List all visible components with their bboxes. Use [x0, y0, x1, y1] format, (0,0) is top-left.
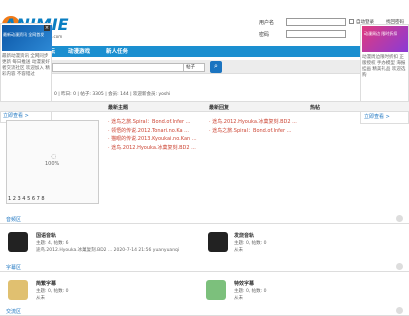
left-ad-text: 最新动漫资讯 全网同步更新 每日推送 动漫爱好者交流社区 欢迎加入 精彩内容 不… — [2, 54, 50, 77]
search-button[interactable]: ⌕ — [210, 61, 222, 73]
latest-threads-heading: 最新主题 — [108, 105, 129, 111]
forum-last-post: 从未 — [36, 296, 45, 301]
collapse-icon[interactable] — [396, 215, 403, 222]
subtitle-icon — [8, 280, 28, 300]
section-header-discussion[interactable]: 交流区 — [0, 306, 409, 316]
loading-percent: 100% — [45, 161, 60, 167]
section-title: 音频区 — [6, 217, 22, 223]
list-item[interactable]: · 途鸟.2012.Hyouka.冰菓复刻.BD2 ... — [209, 118, 309, 127]
nav-item-anime-games[interactable]: 动漫游戏 — [68, 47, 90, 55]
latest-panel-header: 最新主题 最新回复 热帖 — [0, 101, 409, 112]
forum-stats: 主题: 0, 帖数: 0 — [36, 289, 69, 294]
forum-stats: 主题: 0, 帖数: 0 — [234, 289, 267, 294]
list-item[interactable]: · 领悟的传说.2012.Tonari.no.Ka ... — [108, 127, 208, 136]
list-item[interactable]: · 途鸟之旅.Spiral：Bond.of.Infer ... — [209, 127, 309, 136]
subtitle-icon — [206, 280, 226, 300]
password-input[interactable] — [286, 30, 346, 38]
forum-title[interactable]: 特效字幕 — [234, 280, 254, 287]
section-header-subtitles[interactable]: 字幕区 — [0, 262, 409, 272]
collapse-icon[interactable] — [396, 307, 403, 314]
left-ad-image-text: 最新动漫资讯 全网首发 — [3, 32, 45, 37]
section-header-audio[interactable]: 音频区 — [0, 214, 409, 224]
list-item[interactable]: · 猫眼的传说.2013.Kyoukai.no.Kan ... — [108, 135, 208, 144]
forum-stats: 主题: 4, 帖数: 6 — [36, 241, 69, 246]
nav-item-newbie-tasks[interactable]: 新人任务 — [106, 47, 128, 55]
forum-title[interactable]: 国语音轨 — [36, 232, 56, 239]
remember-checkbox[interactable] — [349, 19, 354, 26]
username-input[interactable] — [286, 18, 346, 26]
forum-last-post: 从未 — [234, 296, 243, 301]
forum-stats: 今日: 0 | 昨日: 0 | 帖子: 3305 | 会员: 144 | 欢迎新… — [42, 92, 171, 97]
search-scope-select[interactable]: 帖子 — [183, 63, 205, 72]
forum-title[interactable]: 发烧音轨 — [234, 232, 254, 239]
audio-icon — [208, 232, 228, 252]
section-title: 交流区 — [6, 309, 22, 315]
hot-threads-heading: 热帖 — [310, 105, 321, 111]
username-label: 用户名 — [259, 20, 275, 26]
right-ad-image[interactable] — [362, 26, 408, 52]
latest-replies-list: · 途鸟.2012.Hyouka.冰菓复刻.BD2 ... · 途鸟之旅.Spi… — [209, 118, 309, 135]
forum-last-post[interactable]: 途鸟.2012.Hyouka.冰菓复刻.BD2 ... 2020-7-14 21… — [36, 247, 179, 253]
list-item[interactable]: · 途鸟之旅.Spiral：Bond.of.Infer ... — [108, 118, 208, 127]
loading-icon: ◌ — [51, 153, 57, 160]
forum-last-post: 从未 — [234, 248, 243, 253]
collapse-icon[interactable] — [396, 263, 403, 270]
left-ad-link[interactable]: 立即查看 > — [3, 112, 29, 119]
audio-icon — [8, 232, 28, 252]
main-nav: 论坛 动漫游戏 新人任务 — [40, 46, 406, 57]
list-item[interactable]: · 途鸟.2012.Hyouka.冰菓复刻.BD2 ... — [108, 144, 208, 153]
section-title: 字幕区 — [6, 265, 22, 271]
forum-title[interactable]: 简繁字幕 — [36, 280, 56, 287]
latest-threads-list: · 途鸟之旅.Spiral：Bond.of.Infer ... · 领悟的传说.… — [108, 118, 208, 152]
search-input[interactable] — [52, 63, 202, 72]
password-label: 密码 — [259, 32, 270, 38]
right-ad-link[interactable]: 立即查看 > — [364, 113, 390, 120]
close-icon[interactable]: × — [44, 25, 50, 31]
slideshow[interactable]: ◌ 100% — [6, 120, 99, 204]
right-ad-text: 动漫周边限时折扣 正版授权 手办模型 海报挂画 精美礼品 欢迎选购 — [362, 55, 406, 78]
latest-replies-heading: 最新回复 — [209, 105, 230, 111]
right-ad-image-text: 动漫周边 限时折扣 — [364, 31, 398, 36]
slideshow-pager[interactable]: 1 2 3 4 5 6 7 8 — [8, 196, 45, 202]
search-icon: ⌕ — [214, 62, 218, 70]
forum-stats: 主题: 0, 帖数: 0 — [234, 241, 267, 246]
